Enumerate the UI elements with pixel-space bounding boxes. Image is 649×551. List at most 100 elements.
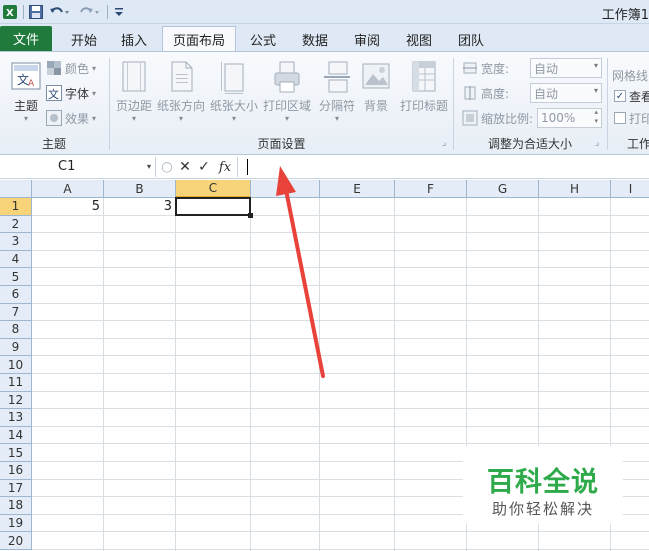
cell-b1[interactable]: 3 [104,198,176,215]
column-header-c[interactable]: C [176,180,251,198]
row-header-6[interactable]: 6 [0,286,32,304]
row-header-7[interactable]: 7 [0,303,32,322]
row-header-19[interactable]: 19 [0,514,32,533]
column-header-d[interactable]: D [251,180,320,198]
customize-qat-icon[interactable] [112,3,126,21]
width-select[interactable]: 自动 ▾ [530,58,602,78]
select-all-button[interactable] [0,180,32,198]
active-cell-c1[interactable] [175,197,251,216]
chevron-down-icon[interactable]: ▾ [147,157,151,177]
row-header-10[interactable]: 10 [0,356,32,374]
column-header-g[interactable]: G [467,180,539,198]
height-icon [462,85,478,101]
tab-insert[interactable]: 插入 [110,27,158,51]
row-header-1[interactable]: 1 [0,198,32,216]
formula-bar: C1 ▾ ◯ ✕ ✓ fx [0,155,649,179]
row-header-5[interactable]: 5 [0,268,32,286]
insert-function-icon[interactable]: fx [215,158,235,176]
chevron-down-icon: ▾ [92,113,97,123]
cancel-icon[interactable]: ✕ [177,158,193,176]
tab-formulas[interactable]: 公式 [240,27,286,51]
row-header-11[interactable]: 11 [0,374,32,392]
gridline [32,285,649,286]
chevron-down-icon: ▾ [284,114,289,123]
redo-icon[interactable] [78,3,100,21]
tab-review[interactable]: 审阅 [344,27,390,51]
effects-button[interactable]: 效果 ▾ [46,108,96,128]
tab-home[interactable]: 开始 [58,27,110,51]
chevron-down-icon: ▾ [92,63,97,73]
row-header-12[interactable]: 12 [0,391,32,410]
row-header-4[interactable]: 4 [0,250,32,269]
column-header-b[interactable]: B [104,180,176,198]
row-header-14[interactable]: 14 [0,426,32,445]
tab-file[interactable]: 文件 [0,26,52,51]
colors-button[interactable]: 颜色 ▾ [46,58,96,78]
row-header-15[interactable]: 15 [0,444,32,462]
row-header-2[interactable]: 2 [0,215,32,234]
margins-button[interactable]: 页边距 ▾ [110,57,158,129]
ribbon-page-layout: 文A 主题 ▾ 颜色▾ 文 字体▾ 效果▾ 主题 页边距 ▾ 纸张方向 ▾ [0,51,649,155]
chevron-down-icon: ▾ [178,114,183,123]
column-header-i[interactable]: I [611,180,649,198]
save-icon[interactable] [28,3,44,21]
chevron-down-icon: ▾ [23,114,28,123]
gridline [32,267,649,269]
excel-logo-icon: X [2,3,18,21]
tab-view[interactable]: 视图 [396,27,442,51]
background-button[interactable]: 背景 [352,57,400,129]
column-header-h[interactable]: H [539,180,611,198]
scale-spinner[interactable]: 100% ▴ ▾ [537,108,602,128]
size-button[interactable]: 纸张大小 ▾ [210,57,258,129]
tab-team[interactable]: 团队 [448,27,494,51]
formula-input[interactable] [237,157,649,177]
gridline [32,390,649,392]
chevron-down-icon: ▾ [593,61,598,70]
dialog-launcher-icon[interactable]: ⌟ [442,138,446,148]
print-titles-button[interactable]: 打印标题 [400,57,448,129]
column-header-f[interactable]: F [395,180,467,198]
column-header-a[interactable]: A [32,180,104,198]
gridline [32,249,649,251]
name-box[interactable]: C1 ▾ [0,157,156,177]
gridline [32,355,649,357]
gridline [32,408,649,410]
print-gridlines-checkbox[interactable]: 打印 [614,108,649,128]
row-header-17[interactable]: 17 [0,479,32,498]
orientation-button[interactable]: 纸张方向 ▾ [157,57,205,129]
row-header-3[interactable]: 3 [0,233,32,251]
formula-bar-handle-icon[interactable]: ◯ [158,158,176,176]
scale-group-label: 调整为合适大小 [487,137,572,151]
watermark-subtitle: 助你轻松解决 [491,500,594,518]
tab-page-layout[interactable]: 页面布局 [162,26,236,52]
undo-icon[interactable] [48,3,70,21]
height-label: 高度: [462,83,509,103]
height-select[interactable]: 自动 ▾ [530,83,602,103]
dialog-launcher-icon[interactable]: ⌟ [595,138,599,148]
chevron-down-icon: ▾ [131,114,136,123]
width-icon [462,60,478,76]
row-header-9[interactable]: 9 [0,338,32,357]
spinner-arrows-icon[interactable]: ▴ ▾ [594,108,598,126]
row-header-18[interactable]: 18 [0,497,32,515]
tab-data[interactable]: 数据 [292,27,338,51]
fill-handle[interactable] [248,212,253,218]
row-header-8[interactable]: 8 [0,321,32,339]
row-header-20[interactable]: 20 [0,532,32,550]
column-header-e[interactable]: E [320,180,395,198]
themes-button[interactable]: 文A 主题 ▾ [2,57,50,129]
view-gridlines-checkbox[interactable]: ✓ 查看 [614,86,649,106]
enter-icon[interactable]: ✓ [196,158,212,176]
gridline [32,337,649,339]
fonts-button[interactable]: 文 字体 ▾ [46,83,96,103]
print-area-button[interactable]: 打印区域 ▾ [263,57,311,129]
svg-text:文: 文 [48,87,59,101]
excel-window: { "window": { "title": "工作簿1" }, "tabs":… [0,0,649,551]
gridline [32,531,649,533]
watermark: 百科全说 助你轻松解决 [463,446,623,524]
cell-a1[interactable]: 5 [32,198,104,215]
row-header-16[interactable]: 16 [0,462,32,480]
scale-label: 缩放比例: [462,108,533,128]
margins-icon [119,60,149,94]
row-header-13[interactable]: 13 [0,409,32,427]
